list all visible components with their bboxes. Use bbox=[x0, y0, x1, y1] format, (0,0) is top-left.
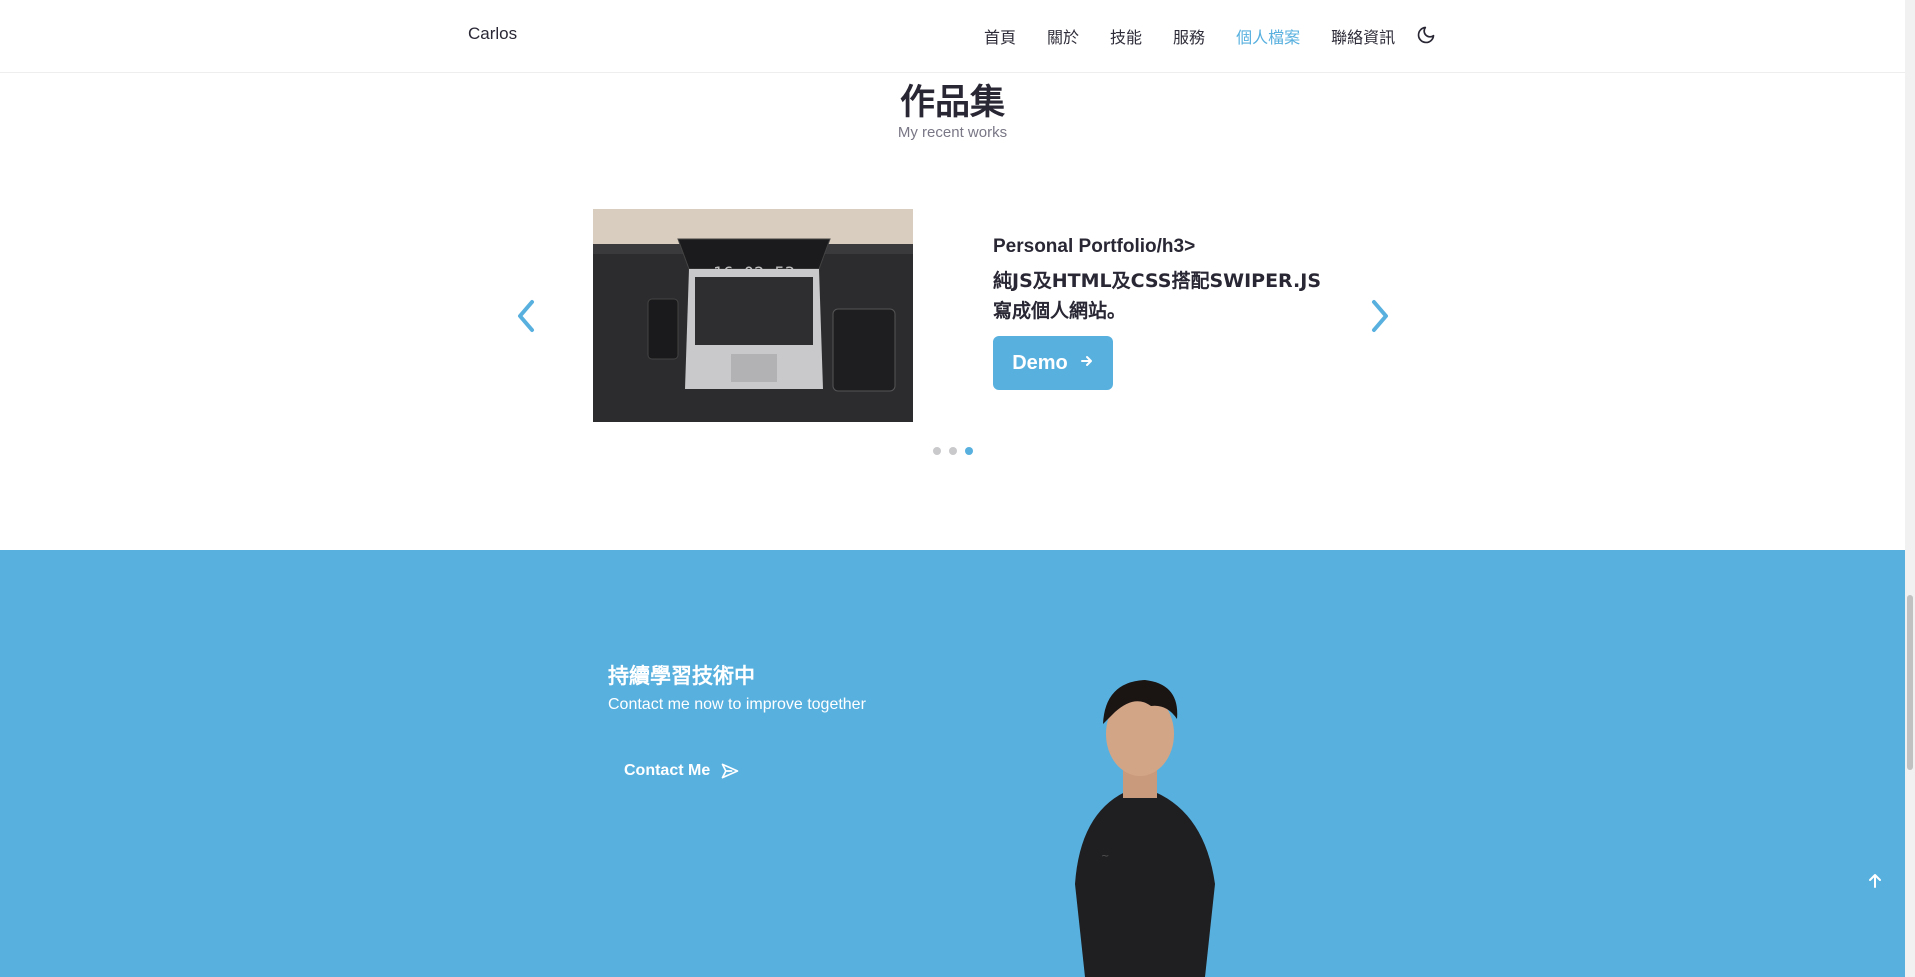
site-header: Carlos 首頁 關於 技能 服務 個人檔案 聯絡資訊 bbox=[0, 0, 1905, 73]
contact-me-label: Contact Me bbox=[624, 762, 711, 779]
portfolio-desc-line2: 寫成個人網站。 bbox=[993, 300, 1127, 322]
pagination-dot[interactable] bbox=[949, 447, 957, 455]
nav-portfolio[interactable]: 個人檔案 bbox=[1236, 24, 1300, 48]
moon-icon[interactable] bbox=[1416, 25, 1436, 45]
cta-subtitle: Contact me now to improve together bbox=[608, 696, 866, 713]
chevron-left-icon bbox=[518, 300, 534, 332]
section-subtitle: My recent works bbox=[897, 124, 1008, 141]
scrollbar[interactable] bbox=[1905, 0, 1915, 977]
site-logo[interactable]: Carlos bbox=[468, 24, 517, 44]
portfolio-image: 16 02 53 bbox=[593, 209, 913, 422]
nav-about[interactable]: 關於 bbox=[1047, 24, 1079, 48]
svg-text:~: ~ bbox=[1101, 851, 1109, 862]
prev-slide-button[interactable] bbox=[512, 296, 542, 336]
scroll-to-top-button[interactable] bbox=[1864, 870, 1886, 892]
portfolio-item-title: Personal Portfolio/h3> bbox=[993, 236, 1196, 257]
pagination-dot[interactable] bbox=[933, 447, 941, 455]
scrollbar-thumb[interactable] bbox=[1907, 595, 1913, 770]
portfolio-desc-line1: 純JS及HTML及CSS搭配SWIPER.JS bbox=[993, 270, 1322, 292]
arrow-right-icon bbox=[1080, 354, 1094, 372]
slider-pagination bbox=[933, 447, 981, 455]
chevron-right-icon bbox=[1372, 300, 1388, 332]
nav-home[interactable]: 首頁 bbox=[984, 24, 1016, 48]
portfolio-item-desc: 純JS及HTML及CSS搭配SWIPER.JS 寫成個人網站。 bbox=[993, 266, 1333, 326]
arrow-up-icon bbox=[1869, 874, 1881, 888]
contact-me-button[interactable]: Contact Me bbox=[624, 761, 740, 781]
section-title: 作品集 bbox=[899, 83, 1005, 123]
cta-title: 持續學習技術中 bbox=[608, 664, 755, 688]
demo-button-label: Demo bbox=[1012, 351, 1068, 374]
pagination-dot-active[interactable] bbox=[965, 447, 973, 455]
demo-button[interactable]: Demo bbox=[993, 336, 1113, 390]
profile-photo: ~ bbox=[1055, 664, 1225, 977]
nav-services[interactable]: 服務 bbox=[1173, 24, 1205, 48]
nav-contact[interactable]: 聯絡資訊 bbox=[1331, 24, 1395, 48]
next-slide-button[interactable] bbox=[1364, 296, 1394, 336]
send-icon bbox=[721, 763, 739, 779]
nav-skills[interactable]: 技能 bbox=[1110, 24, 1142, 48]
main-nav: 首頁 關於 技能 服務 個人檔案 聯絡資訊 bbox=[984, 24, 1426, 48]
cta-section bbox=[0, 550, 1905, 977]
